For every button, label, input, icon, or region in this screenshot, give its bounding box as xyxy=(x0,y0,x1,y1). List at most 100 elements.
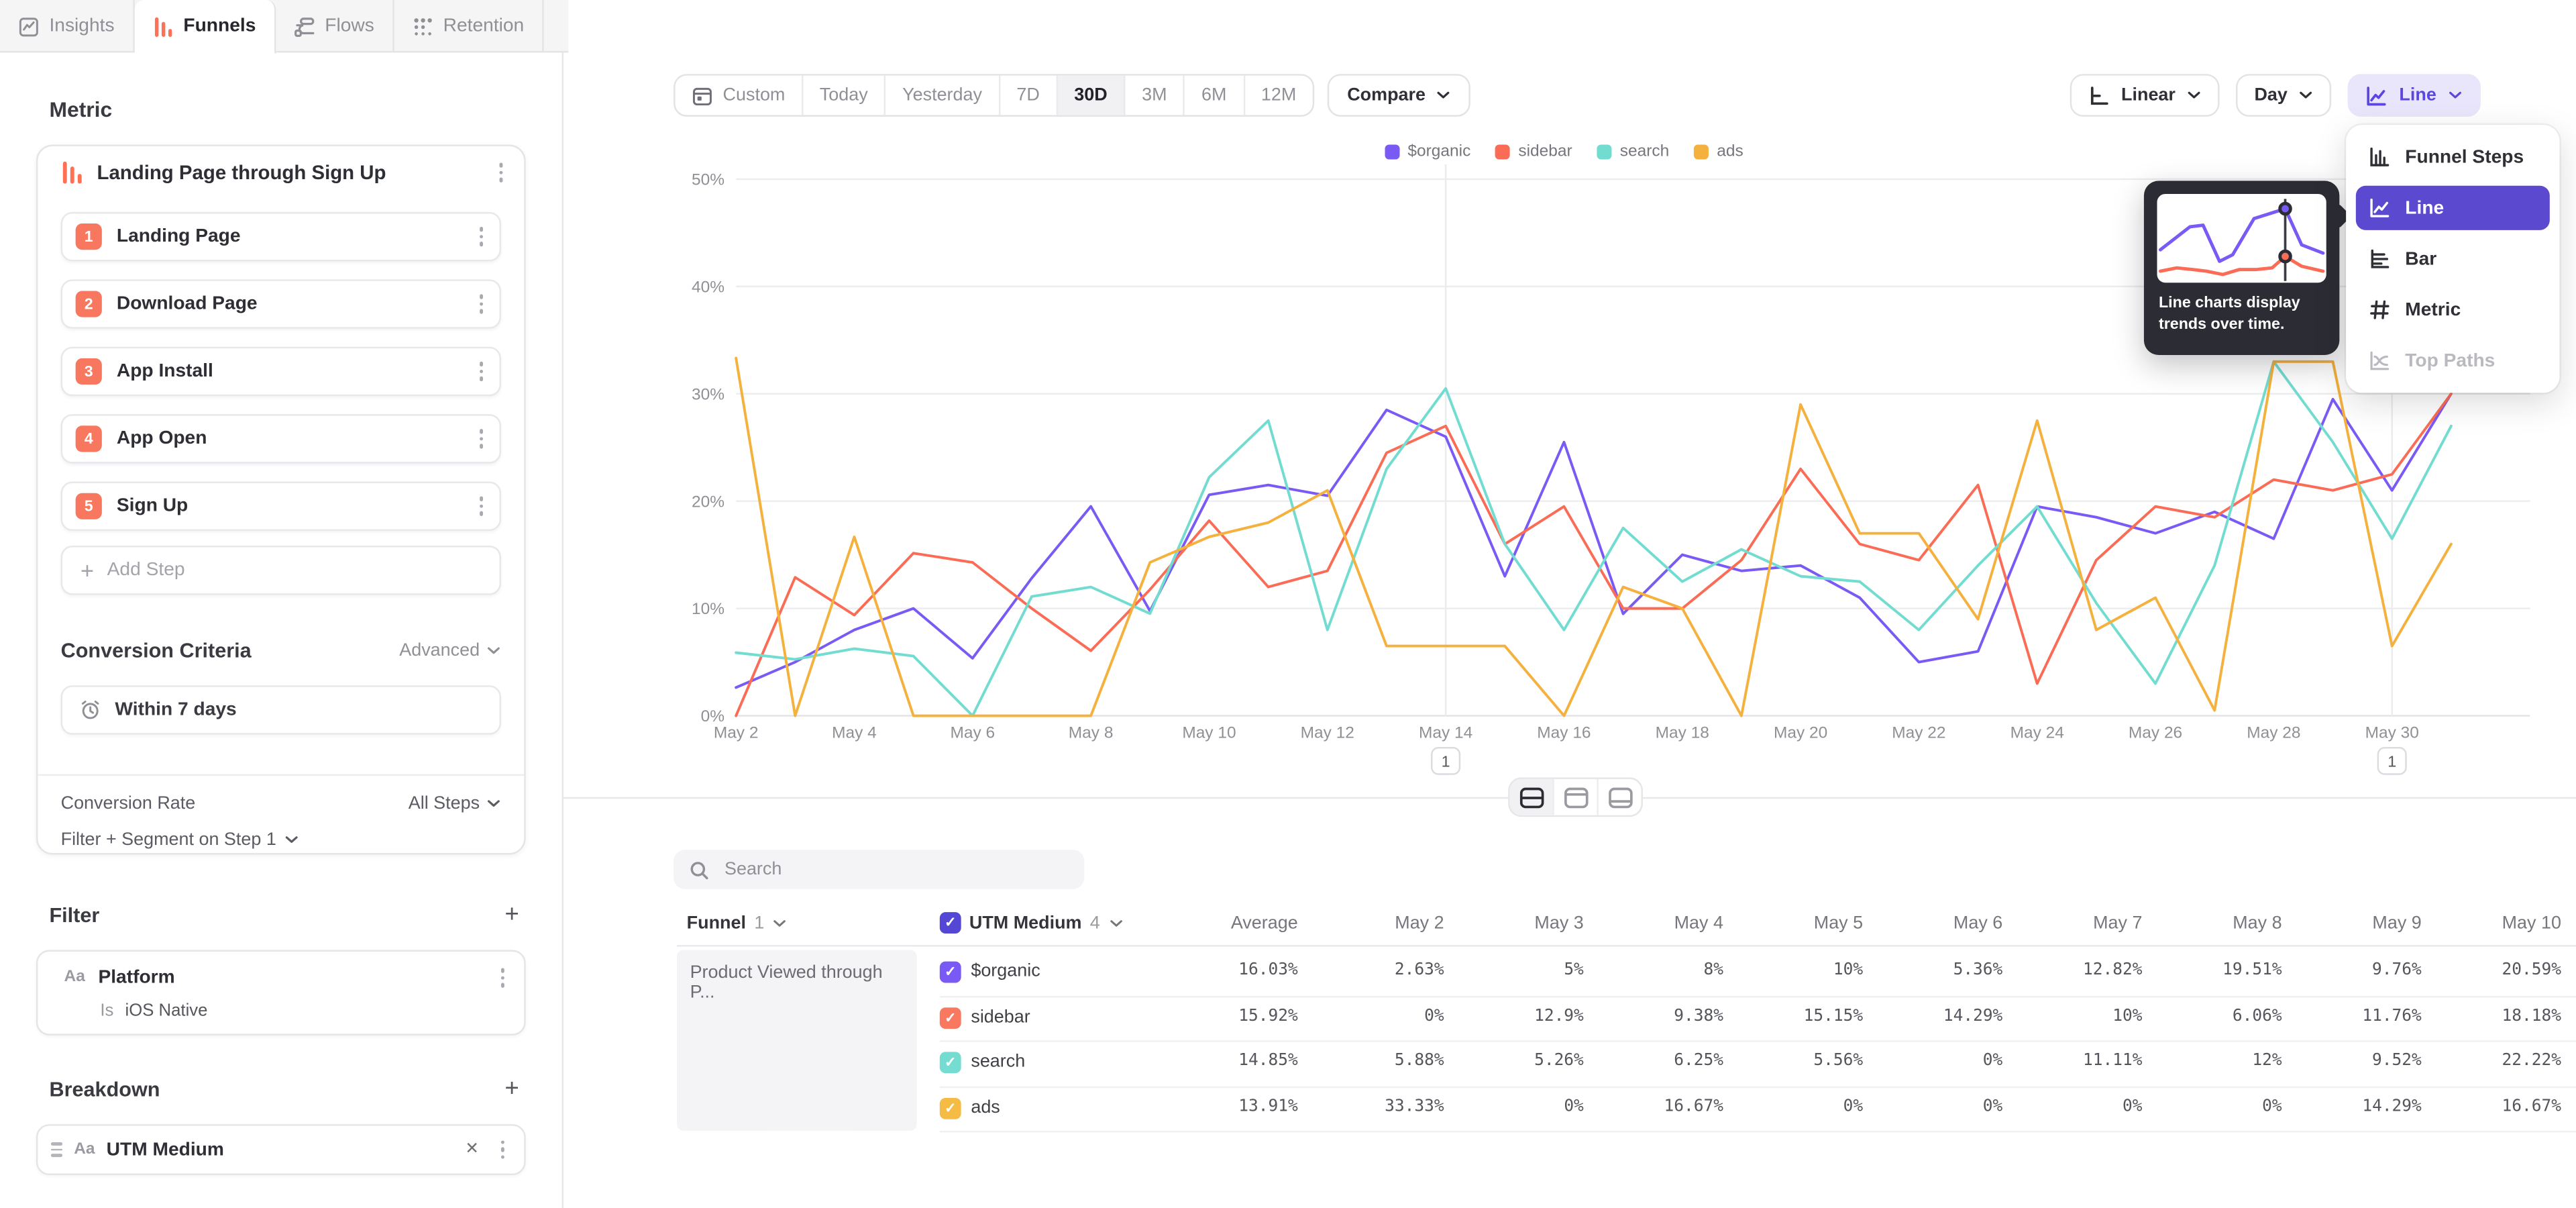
svg-text:May 2: May 2 xyxy=(714,724,759,742)
funnel-step-download-page[interactable]: 2Download Page xyxy=(61,279,501,328)
row-value: 16.67% xyxy=(2422,1097,2561,1115)
conversion-rate-value: All Steps xyxy=(409,794,480,813)
date-range-segmented-control: Custom Today Yesterday 7D 30D 3M 6M12M xyxy=(674,74,1314,117)
layout-split-button[interactable] xyxy=(1510,779,1554,815)
chart-type-dropdown[interactable]: Line xyxy=(2349,74,2481,117)
range-label: 3M xyxy=(1142,85,1167,105)
menu-item-bar[interactable]: Bar xyxy=(2356,237,2550,281)
layout-table-only-button[interactable] xyxy=(1599,779,1642,815)
select-all-checkbox[interactable]: ✓ xyxy=(940,912,961,934)
conversion-rate-dropdown[interactable]: All Steps xyxy=(409,794,501,813)
table-search[interactable] xyxy=(674,850,1084,889)
tab-funnels[interactable]: Funnels xyxy=(134,0,276,54)
range-6m[interactable]: 6M xyxy=(1185,76,1245,115)
kebab-menu-icon[interactable] xyxy=(474,224,488,250)
funnel-column-header[interactable]: Funnel 1 xyxy=(687,901,788,945)
menu-item-line[interactable]: Line xyxy=(2356,186,2550,230)
line-chart-icon xyxy=(2369,197,2390,219)
menu-item-label: Line xyxy=(2405,198,2444,217)
tab-label: Retention xyxy=(443,16,525,36)
tab-flows[interactable]: Flows xyxy=(276,0,394,52)
range-label: Custom xyxy=(723,85,786,105)
legend-item-sidebar[interactable]: sidebar xyxy=(1495,143,1572,161)
range-custom[interactable]: Custom xyxy=(676,76,804,115)
advanced-label: Advanced xyxy=(399,641,480,660)
svg-text:May 6: May 6 xyxy=(950,724,995,742)
row-value: 6.06% xyxy=(2142,1007,2282,1025)
kebab-menu-icon[interactable] xyxy=(474,358,488,384)
row-checkbox[interactable]: ✓ xyxy=(940,1052,961,1073)
row-checkbox[interactable]: ✓ xyxy=(940,1007,961,1028)
funnel-step-sign-up[interactable]: 5Sign Up xyxy=(61,482,501,531)
table-row-ads[interactable]: ✓ads13.91%33.33%0%16.67%0%0%0%0%14.29%16… xyxy=(940,1086,2576,1133)
property-type-icon: Aa xyxy=(74,1141,95,1159)
step-label: App Open xyxy=(117,429,460,448)
interval-dropdown[interactable]: Day xyxy=(2237,74,2332,117)
funnel-step-app-install[interactable]: 3App Install xyxy=(61,347,501,396)
breakdown-card[interactable]: Aa UTM Medium ✕ xyxy=(36,1124,526,1175)
filter-card[interactable]: Aa Platform Is iOS Native xyxy=(36,950,526,1036)
step-label: App Install xyxy=(117,362,460,381)
report-type-tabbar: Insights Funnels Flows Retention xyxy=(0,0,568,52)
add-breakdown-button[interactable]: + xyxy=(504,1076,519,1101)
step-number-badge: 4 xyxy=(76,425,102,452)
kebab-menu-icon[interactable] xyxy=(494,160,508,185)
add-step-button[interactable]: + Add Step xyxy=(61,546,501,595)
funnel-name-cell[interactable]: Product Viewed through P... xyxy=(677,950,917,1131)
range-12m[interactable]: 12M xyxy=(1244,76,1312,115)
conversion-rate-label: Conversion Rate xyxy=(61,794,196,813)
conversion-window-button[interactable]: Within 7 days xyxy=(61,685,501,734)
menu-item-funnel-steps[interactable]: Funnel Steps xyxy=(2356,135,2550,179)
tab-insights[interactable]: Insights xyxy=(0,0,134,52)
funnel-step-landing-page[interactable]: 1Landing Page xyxy=(61,212,501,261)
advanced-dropdown[interactable]: Advanced xyxy=(399,641,501,660)
row-checkbox[interactable]: ✓ xyxy=(940,962,961,983)
legend-item-search[interactable]: search xyxy=(1597,143,1669,161)
svg-text:May 12: May 12 xyxy=(1301,724,1354,742)
kebab-menu-icon[interactable] xyxy=(495,965,509,991)
kebab-menu-icon[interactable] xyxy=(495,1137,509,1162)
layout-chart-only-button[interactable] xyxy=(1554,779,1599,815)
legend-item-ads[interactable]: ads xyxy=(1694,143,1743,161)
metric-card-header[interactable]: Landing Page through Sign Up xyxy=(61,160,508,185)
legend-item-organic[interactable]: $organic xyxy=(1385,143,1470,161)
add-filter-button[interactable]: + xyxy=(504,902,519,927)
row-value: 5% xyxy=(1444,962,1584,980)
range-label: 30D xyxy=(1074,85,1107,105)
kebab-menu-icon[interactable] xyxy=(474,493,488,519)
svg-text:May 16: May 16 xyxy=(1537,724,1591,742)
filter-segment-dropdown[interactable]: Filter + Segment on Step 1 xyxy=(61,830,300,850)
range-today[interactable]: Today xyxy=(803,76,885,115)
search-input[interactable] xyxy=(721,858,1069,880)
compare-button[interactable]: Compare xyxy=(1328,74,1470,117)
table-row-organic[interactable]: ✓$organic16.03%2.63%5%8%10%5.36%12.82%19… xyxy=(940,950,2576,997)
range-7d[interactable]: 7D xyxy=(1000,76,1058,115)
table-row-sidebar[interactable]: ✓sidebar15.92%0%12.9%9.38%15.15%14.29%10… xyxy=(940,995,2576,1042)
row-label: ads xyxy=(971,1097,1000,1117)
tab-label: Funnels xyxy=(183,16,256,36)
kebab-menu-icon[interactable] xyxy=(474,426,488,452)
range-yesterday[interactable]: Yesterday xyxy=(886,76,1000,115)
row-checkbox[interactable]: ✓ xyxy=(940,1097,961,1119)
range-3m[interactable]: 3M xyxy=(1126,76,1185,115)
average-column-header[interactable]: Average xyxy=(1159,901,1298,945)
funnel-step-app-open[interactable]: 4 App Open xyxy=(61,414,501,463)
table-header-row: Funnel 1 ✓ UTM Medium 4 Average May 2May… xyxy=(677,901,2576,947)
svg-text:May 30: May 30 xyxy=(2365,724,2419,742)
range-label: Yesterday xyxy=(902,85,982,105)
row-value: 16.67% xyxy=(1584,1097,1723,1115)
breakdown-col-count: 4 xyxy=(1090,913,1100,932)
scale-dropdown[interactable]: Linear xyxy=(2070,74,2220,117)
chart-type-label: Line xyxy=(2399,85,2436,105)
date-column-header: May 9 xyxy=(2282,901,2422,945)
table-row-search[interactable]: ✓search14.85%5.88%5.26%6.25%5.56%0%11.11… xyxy=(940,1040,2576,1087)
breakdown-column-header[interactable]: ✓ UTM Medium 4 xyxy=(940,901,1123,945)
drag-handle-icon[interactable] xyxy=(51,1143,62,1156)
kebab-menu-icon[interactable] xyxy=(474,291,488,317)
range-30d[interactable]: 30D xyxy=(1058,76,1126,115)
tab-label: Flows xyxy=(325,16,374,36)
tab-retention[interactable]: Retention xyxy=(394,0,543,52)
remove-breakdown-icon[interactable]: ✕ xyxy=(460,1141,484,1159)
menu-item-metric[interactable]: Metric xyxy=(2356,288,2550,332)
row-value: 9.38% xyxy=(1584,1007,1723,1025)
